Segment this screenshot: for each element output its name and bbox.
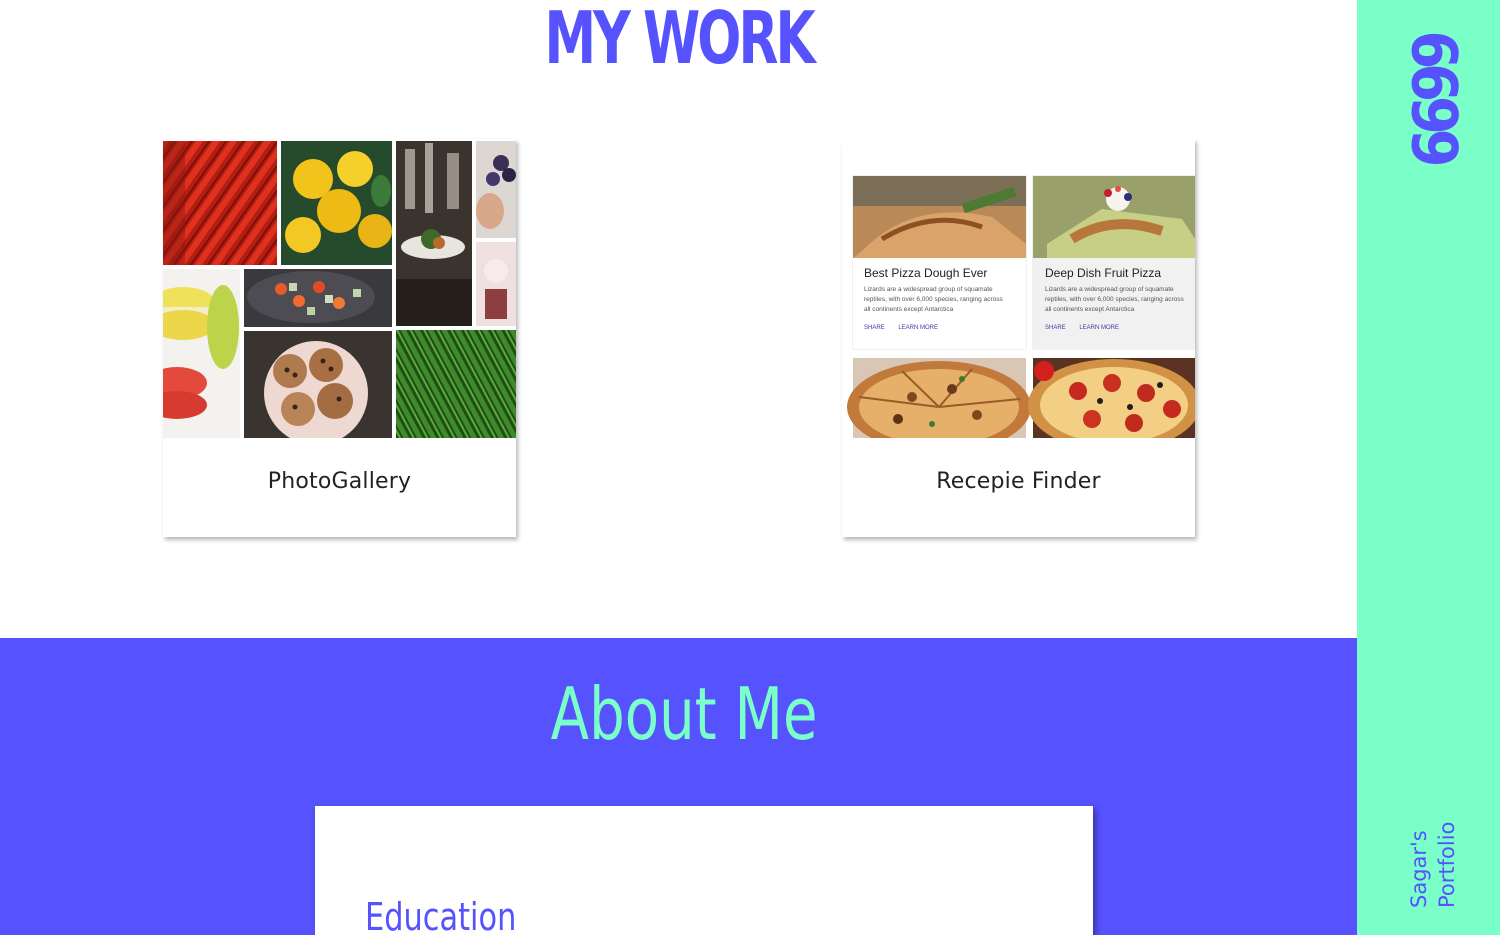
preview-card-1-text-line: all continents except Antarctica (864, 306, 954, 313)
preview-card-2-title: Deep Dish Fruit Pizza (1045, 266, 1162, 280)
education-heading: Education (365, 895, 517, 935)
about-heading: About Me (550, 672, 818, 756)
preview-card-2-text-line: Lizards are a widespread group of squama… (1045, 286, 1174, 293)
about-section: About Me Education (0, 638, 1357, 935)
preview-card-1-text: Lizards are a widespread group of squama… (864, 285, 1024, 315)
preview-card-2-text-line: reptiles, with over 6,000 species, rangi… (1045, 296, 1184, 303)
sidebar-title-line1: Sagar's (1407, 830, 1431, 908)
project-card-recepie-finder[interactable]: Best Pizza Dough Ever Lizards are a wide… (842, 139, 1195, 537)
my-work-heading: MY WORK (544, 0, 815, 80)
sidebar-title-line2: Portfolio (1435, 821, 1459, 908)
preview-card-2-learn-more: LEARN MORE (1079, 325, 1120, 331)
preview-card-2-actions: SHARE LEARN MORE (1045, 325, 1195, 331)
preview-card-2-text-line: all continents except Antarctica (1045, 306, 1135, 313)
preview-card-1-text-line: reptiles, with over 6,000 species, rangi… (864, 296, 1003, 303)
project-card-photogallery[interactable]: PhotoGallery (163, 139, 516, 537)
preview-card-1-text-line: Lizards are a widespread group of squama… (864, 286, 993, 293)
preview-card-1-share: SHARE (864, 325, 885, 331)
sidebar-title: Sagar's Portfolio (1400, 806, 1466, 914)
preview-card-1-title: Best Pizza Dough Ever (864, 266, 988, 280)
project-label-photogallery: PhotoGallery (267, 469, 412, 494)
preview-card-2-text: Lizards are a widespread group of squama… (1045, 285, 1195, 315)
project-label-recepie-finder: Recepie Finder (936, 469, 1101, 494)
education-card: Education (315, 806, 1093, 935)
sidebar-logo[interactable]: 6699 (1398, 30, 1471, 162)
preview-card-1-learn-more: LEARN MORE (898, 325, 939, 331)
preview-card-2-share: SHARE (1045, 325, 1066, 331)
sidebar-logo-text: 6699 (1398, 30, 1471, 162)
preview-card-1: Best Pizza Dough Ever Lizards are a wide… (864, 266, 1024, 331)
photogallery-thumbnail (163, 139, 516, 438)
preview-card-2: Deep Dish Fruit Pizza Lizards are a wide… (1045, 266, 1195, 331)
preview-card-1-actions: SHARE LEARN MORE (864, 325, 1024, 331)
recepie-finder-thumbnail: Best Pizza Dough Ever Lizards are a wide… (842, 139, 1195, 438)
